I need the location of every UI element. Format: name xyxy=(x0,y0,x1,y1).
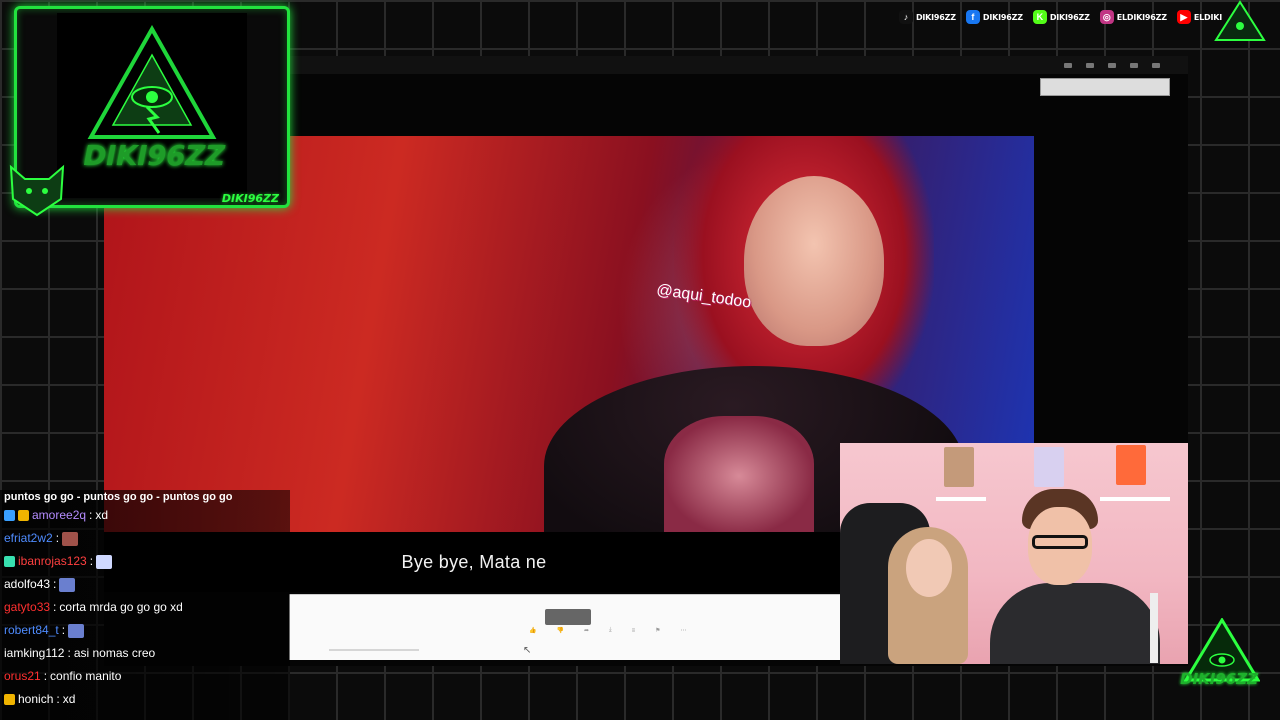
social-link-instagram: ◎ ELDIKI96ZZ xyxy=(1099,10,1167,24)
time-tooltip xyxy=(545,609,591,625)
chat-emote-icon xyxy=(62,531,79,546)
social-handle: ELDIKI96ZZ xyxy=(1116,12,1167,22)
chat-badge-icon xyxy=(4,510,15,521)
wall-poster xyxy=(1034,447,1064,487)
like-icon[interactable]: 👍 xyxy=(529,627,536,634)
more-icon[interactable]: ⋯ xyxy=(681,627,687,634)
progress-bar[interactable] xyxy=(329,649,419,651)
dislike-icon[interactable]: 👎 xyxy=(556,627,563,634)
instagram-icon: ◎ xyxy=(1099,10,1114,24)
toolbar-icon[interactable] xyxy=(1064,62,1072,68)
chat-username[interactable]: amoree2q xyxy=(32,504,86,527)
chat-message: adolfo43 : xyxy=(4,573,290,596)
chat-message: gatyto33 : corta mrda go go go xd xyxy=(4,596,290,619)
social-handle: DIKI96ZZ xyxy=(1049,12,1090,22)
corner-logo-icon xyxy=(1214,0,1266,41)
chat-message: iamking112 : asi nomas creo xyxy=(4,642,290,665)
chat-username[interactable]: orus21 xyxy=(4,665,41,688)
chat-overlay: puntos go go - puntos go go - puntos go … xyxy=(0,490,290,720)
chat-username[interactable]: efriat2w2 xyxy=(4,527,53,550)
chat-message: efriat2w2 : xyxy=(4,527,290,550)
chat-username[interactable]: iamking112 xyxy=(4,642,64,665)
video-info-box xyxy=(1040,78,1170,96)
chat-message-list: amoree2q : xd efriat2w2 : ibanrojas123 : … xyxy=(4,504,290,711)
toolbar-icon[interactable] xyxy=(1086,62,1094,68)
facebook-icon: f xyxy=(965,10,980,24)
kick-icon: K xyxy=(1032,10,1047,24)
social-link-facebook: f DIKI96ZZ xyxy=(965,10,1023,24)
chat-badge-icon xyxy=(18,510,29,521)
flag-icon[interactable]: ⚑ xyxy=(655,627,660,634)
streamer-guest-face xyxy=(906,539,952,597)
chat-separator: : xyxy=(56,692,60,706)
social-handle: DIKI96ZZ xyxy=(982,12,1023,22)
chat-text: confio manito xyxy=(50,669,122,683)
save-icon[interactable]: ≡ xyxy=(632,628,636,634)
hoodie-stripe xyxy=(1150,593,1158,663)
video-subtitle: Bye bye, Mata ne xyxy=(401,551,547,572)
chat-message: ibanrojas123 : xyxy=(4,550,290,573)
tiktok-icon: ♪ xyxy=(898,10,913,24)
performer-face xyxy=(744,176,884,346)
logo-caption: DIKI96ZZ xyxy=(221,192,279,205)
chat-emote-icon xyxy=(68,623,85,638)
mouse-cursor-icon: ↖ xyxy=(523,645,532,656)
performer-top xyxy=(664,416,814,532)
logo-panel: DIKI96ZZ xyxy=(57,13,247,198)
chat-separator: : xyxy=(53,600,57,614)
chat-separator: : xyxy=(43,669,48,683)
youtube-icon: ▶ xyxy=(1176,10,1191,24)
chat-separator: : xyxy=(67,646,71,660)
chat-text: xd xyxy=(62,692,76,706)
chat-overflow-line: puntos go go - puntos go go - puntos go … xyxy=(4,491,233,503)
chat-badge-icon xyxy=(4,694,15,705)
chat-username[interactable]: gatyto33 xyxy=(4,596,50,619)
streamer-hoodie xyxy=(990,583,1160,664)
chat-emote-icon xyxy=(96,554,113,569)
bottom-logo-title: DIKI96ZZ xyxy=(1180,670,1258,688)
wall-poster xyxy=(944,447,974,487)
social-handle: DIKI96ZZ xyxy=(915,12,956,22)
chat-message: orus21 : confio manito xyxy=(4,665,290,688)
social-link-kick: K DIKI96ZZ xyxy=(1032,10,1090,24)
wall-poster xyxy=(1116,445,1146,485)
chat-separator: : xyxy=(89,508,93,522)
social-link-tiktok: ♪ DIKI96ZZ xyxy=(898,10,956,24)
chat-separator: : xyxy=(55,531,60,545)
chat-message: amoree2q : xd xyxy=(4,504,290,527)
toolbar-icon[interactable] xyxy=(1152,62,1160,68)
webcam-overlay xyxy=(840,443,1188,664)
toolbar-icon[interactable] xyxy=(1130,62,1138,68)
chat-emote-icon xyxy=(59,577,76,592)
chat-text: corta mrda go go go xd xyxy=(59,600,183,614)
glasses-icon xyxy=(1032,535,1088,549)
toolbar-icon[interactable] xyxy=(1108,62,1116,68)
share-icon[interactable]: ➦ xyxy=(584,627,589,634)
cat-mascot-icon xyxy=(9,164,65,217)
logo-title: DIKI96ZZ xyxy=(83,139,225,172)
wall-shelf xyxy=(1100,497,1170,501)
chat-separator: : xyxy=(61,623,66,637)
social-links-bar: ♪ DIKI96ZZ f DIKI96ZZ K DIKI96ZZ ◎ ELDIKI96ZZ ▶ E… xyxy=(898,10,1222,24)
chat-separator: : xyxy=(53,577,57,591)
wall-shelf xyxy=(936,497,986,501)
chat-badge-icon xyxy=(4,556,15,567)
player-info-bar: 👍 👎 ➦ ⤓ ≡ ⚑ ⋯ ↖ xyxy=(289,594,841,660)
chat-username[interactable]: ibanrojas123 xyxy=(18,550,87,573)
chat-username[interactable]: honich xyxy=(18,688,53,711)
chat-text: xd xyxy=(95,508,109,522)
player-action-row: 👍 👎 ➦ ⤓ ≡ ⚑ ⋯ xyxy=(529,627,687,634)
chat-message: robert84_t : xyxy=(4,619,290,642)
chat-separator: : xyxy=(89,554,94,568)
streamer-logo-frame: DIKI96ZZ DIKI96ZZ xyxy=(9,6,290,217)
illuminati-eye-icon xyxy=(87,25,217,139)
chat-username[interactable]: adolfo43 xyxy=(4,573,50,596)
chat-message: honich : xd xyxy=(4,688,290,711)
download-icon[interactable]: ⤓ xyxy=(609,627,612,634)
chat-text: asi nomas creo xyxy=(73,646,156,660)
chat-username[interactable]: robert84_t xyxy=(4,619,59,642)
